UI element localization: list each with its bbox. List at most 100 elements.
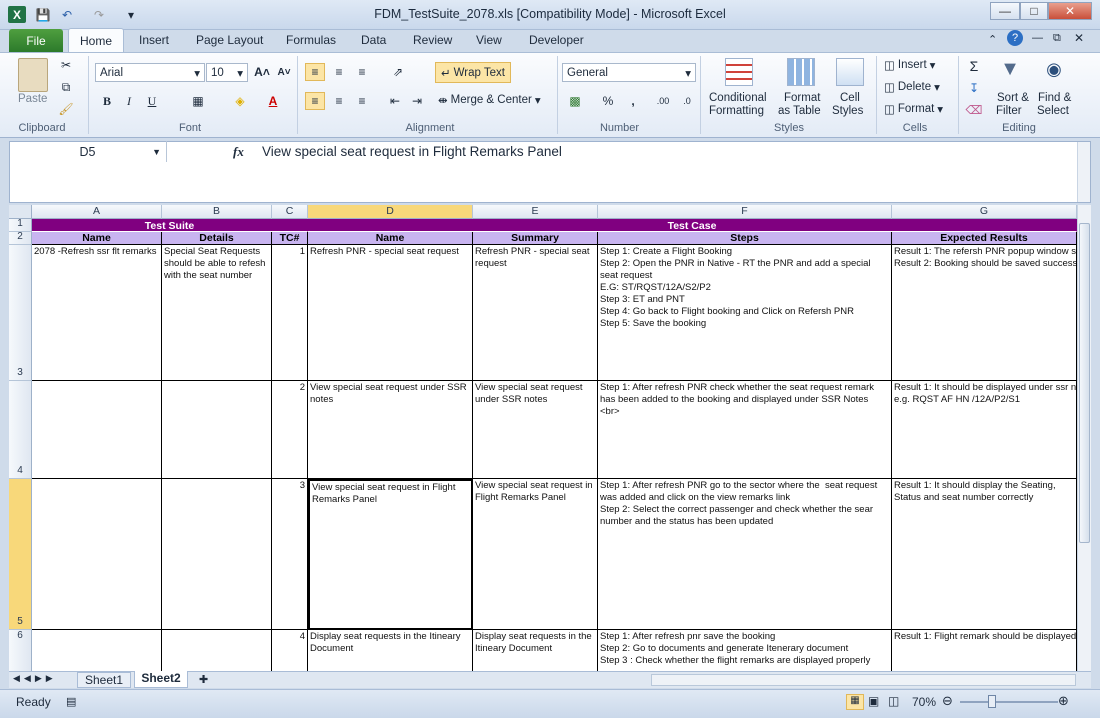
cell-f3[interactable]: Step 1: Create a Flight Booking Step 2: … [598,245,892,381]
cell-e5[interactable]: View special seat request in Flight Rema… [473,479,598,630]
cell-f6[interactable]: Step 1: After refresh pnr save the booki… [598,630,892,671]
minimize-button[interactable]: — [990,2,1020,20]
font-name-select[interactable]: Arial ▾ [95,63,205,82]
help-icon[interactable]: ? [1007,30,1023,46]
sort-filter-sub[interactable]: Filter [996,105,1022,117]
format-cells-button[interactable]: ◫ Format ▾ [884,102,943,116]
align-left-icon[interactable]: ≡ [305,92,325,110]
tab-home[interactable]: Home [68,28,124,53]
find-select-label[interactable]: Find & [1038,92,1071,104]
ribbon-minimize-icon[interactable]: ⌃ [988,33,997,46]
cell-f5[interactable]: Step 1: After refresh PNR go to the sect… [598,479,892,630]
tab-data[interactable]: Data [361,33,386,47]
paste-button[interactable]: Paste [18,93,47,105]
header-tc-number[interactable]: TC# [272,232,308,245]
sheet-nav-icon[interactable]: ◀◀▶▶ [13,673,57,684]
zoom-in-icon[interactable]: ⊕ [1058,693,1069,709]
align-top-icon[interactable]: ≡ [305,63,325,81]
column-header-b[interactable]: B [162,205,272,219]
currency-icon[interactable]: ▩ [565,92,585,110]
header-name[interactable]: Name [32,232,162,245]
underline-button[interactable]: U [142,92,162,110]
row-header-2[interactable]: 2 [9,231,32,245]
copy-icon[interactable]: ⧉ [56,78,76,96]
cell-c3[interactable]: 1 [272,245,308,381]
cell-g5[interactable]: Result 1: It should display the Seating,… [892,479,1077,630]
cell-c4[interactable]: 2 [272,381,308,479]
decrease-indent-icon[interactable]: ⇤ [385,92,405,110]
cell-b3[interactable]: Special Seat Requests should be able to … [162,245,272,381]
cell-a6[interactable] [32,630,162,671]
tab-developer[interactable]: Developer [529,33,584,47]
macro-record-icon[interactable]: ▤ [66,695,76,708]
fill-icon[interactable]: ↧ [964,79,984,97]
header-details[interactable]: Details [162,232,272,245]
format-as-table-label[interactable]: Format [784,92,820,104]
clear-icon[interactable]: ⌫ [964,101,984,119]
row-header-4[interactable]: 4 [9,381,32,479]
sheet-tab-sheet1[interactable]: Sheet1 [77,672,131,688]
align-middle-icon[interactable]: ≡ [329,63,349,81]
close-button[interactable]: ✕ [1048,2,1092,20]
cell-e3[interactable]: Refresh PNR - special seat request [473,245,598,381]
cell-c5[interactable]: 3 [272,479,308,630]
conditional-formatting-label[interactable]: Conditional [709,92,767,104]
borders-icon[interactable]: ▦ [188,92,208,110]
cell-b4[interactable] [162,381,272,479]
comma-button[interactable]: , [623,92,643,110]
header-case-name[interactable]: Name [308,232,473,245]
cell-g4[interactable]: Result 1: It should be displayed under s… [892,381,1077,479]
cell-e6[interactable]: Display seat requests in the Itineary Do… [473,630,598,671]
select-all-corner[interactable] [9,205,32,219]
zoom-level[interactable]: 70% [912,695,936,709]
header-steps[interactable]: Steps [598,232,892,245]
grow-font-icon[interactable]: A˄ [252,63,272,81]
sort-filter-label[interactable]: Sort & [997,92,1029,104]
format-as-table-sub[interactable]: as Table [778,105,821,117]
cut-icon[interactable]: ✂ [56,56,76,74]
shrink-font-icon[interactable]: A˅ [274,63,294,81]
sheet-tab-sheet2[interactable]: Sheet2 [134,671,188,688]
column-header-a[interactable]: A [32,205,162,219]
merge-center-button[interactable]: ⇼ Merge & Center ▾ [438,93,541,107]
header-summary[interactable]: Summary [473,232,598,245]
fill-color-icon[interactable]: ◈ [230,92,250,110]
percent-button[interactable]: % [598,92,618,110]
column-header-c[interactable]: C [272,205,308,219]
normal-view-icon[interactable]: ▦ [846,694,864,710]
cell-b5[interactable] [162,479,272,630]
cell-a3[interactable]: 2078 -Refresh ssr flt remarks [32,245,162,381]
sort-filter-icon[interactable]: ▼ [1000,58,1020,80]
cell-d4[interactable]: View special seat request under SSR note… [308,381,473,479]
page-break-view-icon[interactable]: ◫ [888,694,899,708]
cell-styles-sub[interactable]: Styles [832,105,863,117]
delete-cells-button[interactable]: ◫ Delete ▾ [884,80,940,94]
doc-restore-icon[interactable]: ⧉ [1053,32,1061,45]
header-test-case[interactable]: Test Case [308,219,1077,232]
cell-f4[interactable]: Step 1: After refresh PNR check whether … [598,381,892,479]
cell-b6[interactable] [162,630,272,671]
tab-review[interactable]: Review [413,33,452,47]
insert-cells-button[interactable]: ◫ Insert ▾ [884,58,935,72]
zoom-out-icon[interactable]: ⊖ [942,693,953,709]
scrollbar-thumb[interactable] [1079,223,1090,543]
row-header-5[interactable]: 5 [9,479,32,630]
column-header-e[interactable]: E [473,205,598,219]
cell-d6[interactable]: Display seat requests in the Itineary Do… [308,630,473,671]
cell-g3[interactable]: Result 1: The refersh PNR popup window s… [892,245,1077,381]
row-header-6[interactable]: 6 [9,630,32,671]
zoom-slider-handle[interactable] [988,695,996,708]
font-color-icon[interactable]: A [263,92,283,110]
cell-d5-selected[interactable]: View special seat request in Flight Rema… [308,479,473,630]
insert-sheet-icon[interactable]: ✚ [199,673,208,686]
tab-page-layout[interactable]: Page Layout [196,33,263,47]
name-box[interactable]: D5 ▼ [9,141,167,162]
function-icon[interactable]: fx [233,144,244,160]
font-size-select[interactable]: 10 ▾ [206,63,248,82]
formula-scrollbar[interactable] [1077,142,1090,202]
formula-input[interactable]: View special seat request in Flight Rema… [262,144,562,159]
decrease-decimal-icon[interactable]: .0 [677,92,697,110]
row-header-3[interactable]: 3 [9,245,32,381]
bold-button[interactable]: B [97,92,117,110]
maximize-button[interactable]: □ [1020,2,1048,20]
